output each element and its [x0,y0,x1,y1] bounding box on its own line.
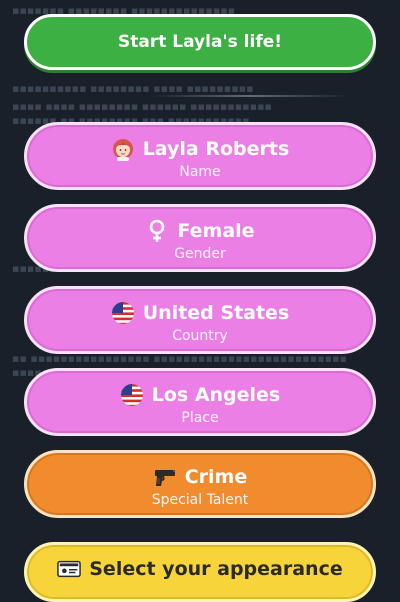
place-caption: Place [181,410,219,426]
place-value: Los Angeles [151,384,281,406]
id-card-icon [57,557,82,581]
start-life-button[interactable]: Start Layla's life! [24,14,376,70]
background-divider [150,95,350,97]
name-caption: Name [179,164,221,180]
female-sign-icon [145,219,169,243]
gender-option-button[interactable]: Female Gender [24,204,376,272]
name-option-button[interactable]: Layla Roberts Name [24,122,376,190]
select-appearance-label: Select your appearance [89,558,343,580]
pistol-icon [153,465,177,489]
special-talent-value: Crime [184,466,248,488]
place-option-button[interactable]: Los Angeles Place [24,368,376,436]
us-flag-icon [111,301,135,325]
select-appearance-button[interactable]: Select your appearance [24,542,376,602]
gender-caption: Gender [174,246,226,262]
country-caption: Country [172,328,228,344]
name-value: Layla Roberts [142,138,290,160]
country-value: United States [142,302,290,324]
red-haired-woman-icon [111,137,135,161]
gender-value: Female [177,220,255,242]
start-life-label: Start Layla's life! [117,32,282,52]
country-option-button[interactable]: United States Country [24,286,376,354]
us-flag-icon [120,383,144,407]
special-talent-option-button[interactable]: Crime Special Talent [24,450,376,518]
special-talent-caption: Special Talent [151,492,249,508]
